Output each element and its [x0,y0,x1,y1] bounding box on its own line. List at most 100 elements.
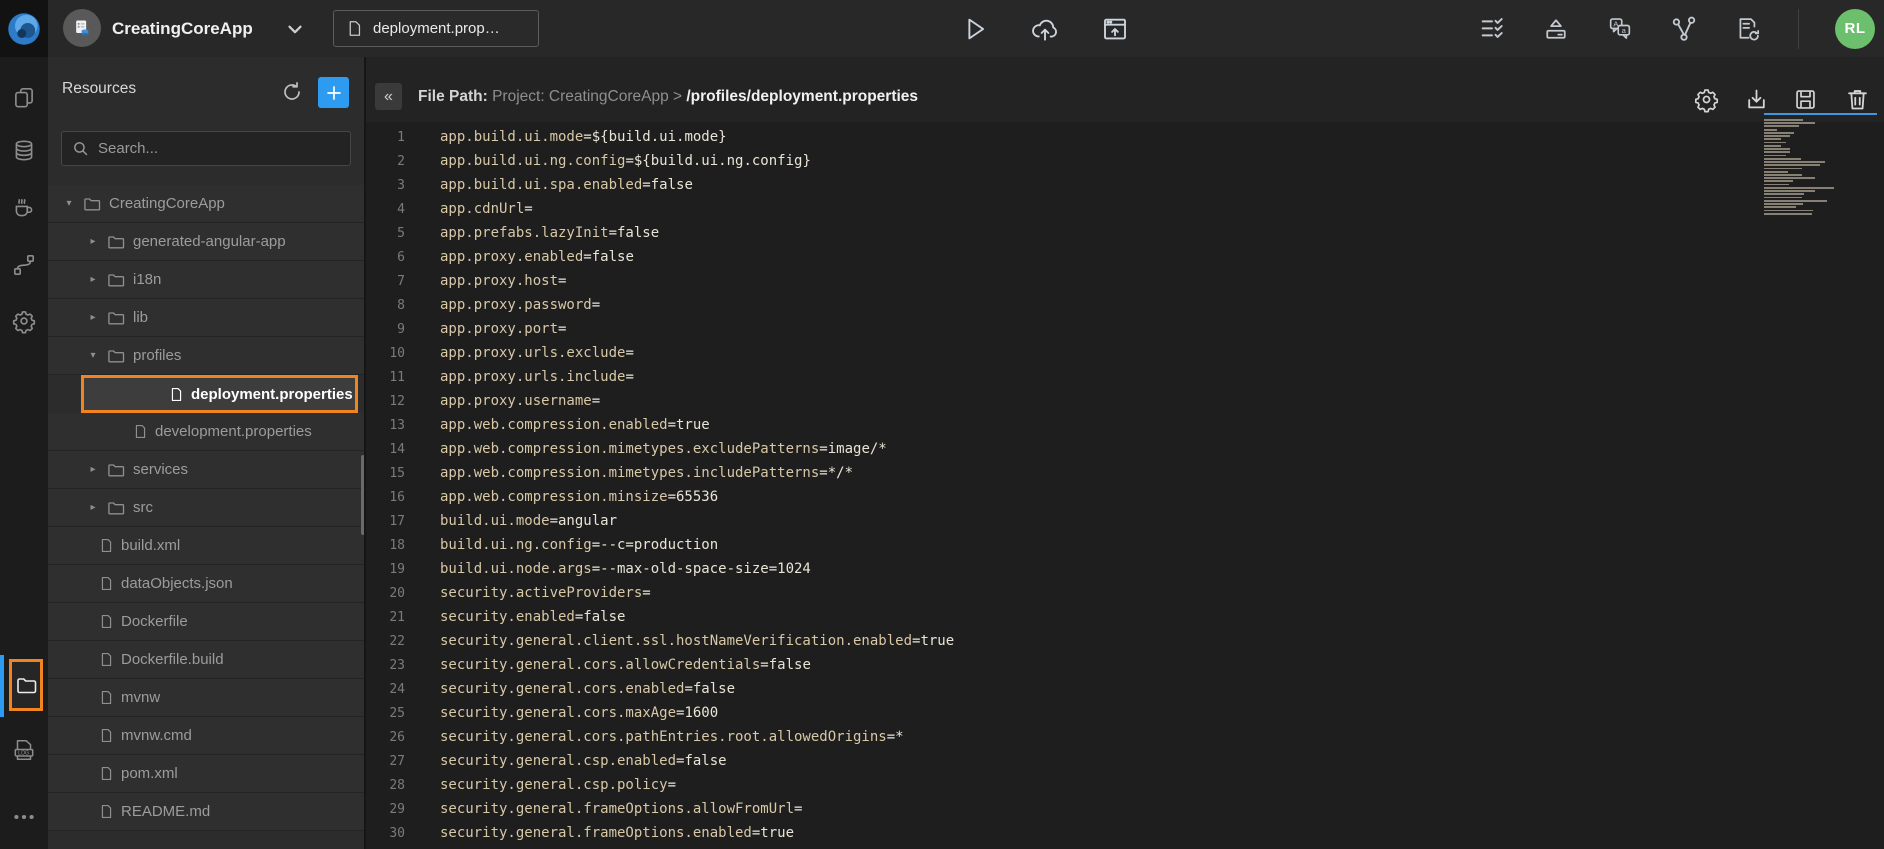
project-avatar[interactable] [63,9,101,47]
minimap-bar [1764,132,1794,134]
code-line[interactable]: 27security.general.csp.enabled=false [366,749,1884,773]
file-sync-icon[interactable] [1734,15,1762,43]
tree-item-label: lib [133,309,148,326]
tree-item-label: pom.xml [121,765,178,782]
translate-icon[interactable]: A a [1606,15,1634,43]
code-line[interactable]: 15app.web.compression.mimetypes.includeP… [366,461,1884,485]
tree-item-development-properties[interactable]: development.properties [48,413,364,451]
chevron-expanded-icon[interactable]: ▾ [87,350,99,361]
tree-item-deployment-properties[interactable]: deployment.properties [81,375,358,413]
download-icon[interactable] [1742,85,1770,113]
java-services-icon[interactable] [11,195,37,221]
code-line[interactable]: 16app.web.compression.minsize=65536 [366,485,1884,509]
tab-label: deployment.prop… [373,20,500,37]
tree-item-src[interactable]: ▸src [48,489,364,527]
run-icon[interactable] [960,14,990,44]
database-icon[interactable] [11,138,37,164]
project-name[interactable]: CreatingCoreApp [112,0,253,57]
minimap[interactable] [1764,113,1877,215]
code-line[interactable]: 19build.ui.node.args=--max-old-space-siz… [366,557,1884,581]
app-list-icon [72,18,92,38]
preview-icon[interactable] [1100,14,1130,44]
code-line[interactable]: 25security.general.cors.maxAge=1600 [366,701,1884,725]
cloud-deploy-icon[interactable] [1030,14,1060,44]
code-text: security.general.cors.allowCredentials=f… [440,657,811,673]
share-icon[interactable] [1670,15,1698,43]
tree-item-i18n[interactable]: ▸i18n [48,261,364,299]
apis-icon[interactable] [11,252,37,278]
code-line[interactable]: 20security.activeProviders= [366,581,1884,605]
code-line[interactable]: 1app.build.ui.mode=${build.ui.mode} [366,125,1884,149]
tree-item-services[interactable]: ▸services [48,451,364,489]
code-line[interactable]: 8app.proxy.password= [366,293,1884,317]
tree-item-creatingcoreapp[interactable]: ▾CreatingCoreApp [48,185,364,223]
pages-icon[interactable] [11,85,37,111]
code-line[interactable]: 14app.web.compression.mimetypes.excludeP… [366,437,1884,461]
add-resource-button[interactable] [318,77,349,108]
user-avatar[interactable]: RL [1835,9,1875,49]
code-line[interactable]: 11app.proxy.urls.include= [366,365,1884,389]
settings-icon[interactable] [11,308,37,334]
code-line[interactable]: 28security.general.csp.policy= [366,773,1884,797]
code-line[interactable]: 29security.general.frameOptions.allowFro… [366,797,1884,821]
tree-item-pom-xml[interactable]: pom.xml [48,755,364,793]
tree-item-generated-angular-app[interactable]: ▸generated-angular-app [48,223,364,261]
code-line[interactable]: 3app.build.ui.spa.enabled=false [366,173,1884,197]
code-line[interactable]: 9app.proxy.port= [366,317,1884,341]
chevron-down-icon[interactable] [284,18,306,40]
code-line[interactable]: 2app.build.ui.ng.config=${build.ui.ng.co… [366,149,1884,173]
code-line[interactable]: 22security.general.client.ssl.hostNameVe… [366,629,1884,653]
chevron-collapsed-icon[interactable]: ▸ [87,236,99,247]
code-line[interactable]: 5app.prefabs.lazyInit=false [366,221,1884,245]
code-line[interactable]: 4app.cdnUrl= [366,197,1884,221]
delete-icon[interactable] [1843,85,1871,113]
search-input[interactable] [98,140,328,157]
code-line[interactable]: 6app.proxy.enabled=false [366,245,1884,269]
settings-gear-icon[interactable] [1692,85,1720,113]
code-line[interactable]: 23security.general.cors.allowCredentials… [366,653,1884,677]
code-line[interactable]: 24security.general.cors.enabled=false [366,677,1884,701]
tree-item-mvnw-cmd[interactable]: mvnw.cmd [48,717,364,755]
code-line[interactable]: 30security.general.frameOptions.enabled=… [366,821,1884,845]
tree-item-profiles[interactable]: ▾profiles [48,337,364,375]
more-icon[interactable] [11,804,37,830]
tree-item-mvnw[interactable]: mvnw [48,679,364,717]
chevron-collapsed-icon[interactable]: ▸ [87,274,99,285]
minimap-bar [1764,158,1801,160]
chevron-expanded-icon[interactable]: ▾ [63,198,75,209]
code-line[interactable]: 21security.enabled=false [366,605,1884,629]
chevron-collapsed-icon[interactable]: ▸ [87,502,99,513]
tree-item-dockerfile-build[interactable]: Dockerfile.build [48,641,364,679]
search-icon [72,140,89,157]
refresh-icon[interactable] [280,80,304,104]
tab-deployment-properties[interactable]: deployment.prop… [333,10,539,47]
tree-item-readme-md[interactable]: README.md [48,793,364,831]
code-line[interactable]: 7app.proxy.host= [366,269,1884,293]
logs-icon[interactable]: LOG [11,737,37,763]
collapse-panel-button[interactable]: « [375,83,402,110]
export-icon[interactable] [1542,15,1570,43]
tree-item-build-xml[interactable]: build.xml [48,527,364,565]
tree-item-dockerfile[interactable]: Dockerfile [48,603,364,641]
code-line[interactable]: 12app.proxy.username= [366,389,1884,413]
chevron-collapsed-icon[interactable]: ▸ [87,464,99,475]
save-icon[interactable] [1791,85,1819,113]
wavemaker-logo[interactable] [0,0,48,57]
code-line[interactable]: 17build.ui.mode=angular [366,509,1884,533]
checklist-icon[interactable] [1478,15,1506,43]
code-line[interactable]: 26security.general.cors.pathEntries.root… [366,725,1884,749]
code-text: security.general.frameOptions.enabled=tr… [440,825,794,841]
minimap-bar [1764,145,1781,147]
studio-actions: A a RL [1478,0,1875,57]
tree-item-dataobjects-json[interactable]: dataObjects.json [48,565,364,603]
code-editor[interactable]: 1app.build.ui.mode=${build.ui.mode}2app.… [366,122,1884,849]
line-number: 27 [366,754,405,769]
code-line[interactable]: 10app.proxy.urls.exclude= [366,341,1884,365]
chevron-collapsed-icon[interactable]: ▸ [87,312,99,323]
code-line[interactable]: 18build.ui.ng.config=--c=production [366,533,1884,557]
minimap-bar [1764,119,1803,121]
tree-item-lib[interactable]: ▸ lib [48,299,364,337]
file-explorer-icon[interactable] [9,659,43,711]
code-line[interactable]: 13app.web.compression.enabled=true [366,413,1884,437]
file-icon [346,19,363,38]
